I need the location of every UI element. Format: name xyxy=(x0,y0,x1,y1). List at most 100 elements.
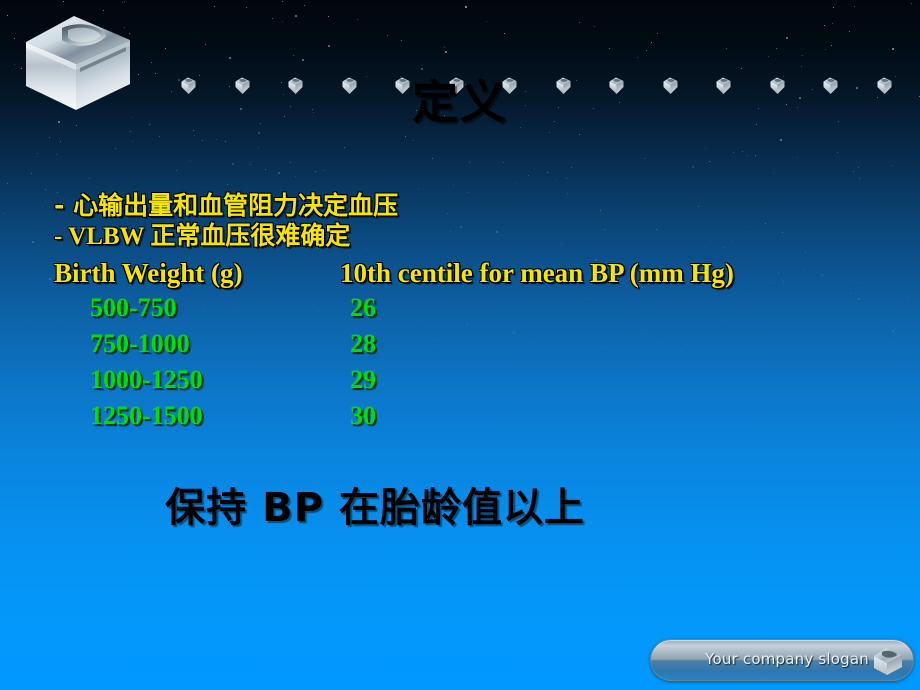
star-dot xyxy=(502,161,504,163)
star-dot xyxy=(546,172,548,174)
bullet-text: 心输出量和血管阻力决定血压 xyxy=(73,191,399,220)
star-dot xyxy=(452,185,454,187)
star-dot xyxy=(190,159,191,161)
star-dot xyxy=(879,321,881,323)
star-dot xyxy=(31,240,34,243)
star-dot xyxy=(193,130,195,132)
star-dot xyxy=(131,141,133,143)
star-dot xyxy=(885,261,887,263)
star-dot xyxy=(692,166,695,169)
table-header-centile: 10th centile for mean BP (mm Hg) xyxy=(340,258,734,288)
cell-bp-value: 26 xyxy=(350,293,376,322)
star-dot xyxy=(22,354,25,357)
star-dot xyxy=(907,297,909,298)
star-dot xyxy=(289,162,291,164)
star-dot xyxy=(304,5,306,7)
star-dot xyxy=(301,58,304,61)
star-dot xyxy=(13,38,15,40)
star-dot xyxy=(56,154,58,156)
star-dot xyxy=(228,57,231,60)
star-dot xyxy=(608,48,610,50)
star-dot xyxy=(742,151,743,153)
star-dot xyxy=(797,157,799,159)
star-dot xyxy=(401,39,403,41)
star-dot xyxy=(910,3,912,5)
star-dot xyxy=(323,169,325,171)
star-dot xyxy=(121,1,123,3)
star-dot xyxy=(594,26,596,28)
star-dot xyxy=(859,177,861,179)
bullet-text: VLBW 正常血压很难确定 xyxy=(68,223,351,250)
star-dot xyxy=(48,137,50,139)
cube-icon xyxy=(871,644,905,678)
star-dot xyxy=(36,350,38,352)
star-dot xyxy=(832,6,834,8)
table-row: 1000-1250 29 xyxy=(54,362,874,398)
star-dot xyxy=(292,54,294,56)
star-dot xyxy=(754,154,756,156)
star-dot xyxy=(892,47,895,50)
star-dot xyxy=(772,173,774,175)
star-dot xyxy=(444,47,446,49)
star-dot xyxy=(643,158,645,160)
star-dot xyxy=(570,167,572,168)
star-dot xyxy=(249,164,251,166)
star-dot xyxy=(257,131,260,134)
star-dot xyxy=(258,147,260,148)
star-dot xyxy=(911,294,913,296)
star-dot xyxy=(13,64,15,66)
slide-canvas: 定义 - 心输出量和血管阻力决定血压 - VLBW 正常血压很难确定 Birth… xyxy=(0,0,920,690)
star-dot xyxy=(831,23,833,25)
star-dot xyxy=(62,0,64,2)
star-dot xyxy=(343,146,345,148)
star-dot xyxy=(328,45,331,48)
cell-weight-range: 1250-1500 xyxy=(90,401,203,430)
star-dot xyxy=(387,34,389,36)
star-dot xyxy=(708,161,710,163)
star-dot xyxy=(216,139,218,141)
star-dot xyxy=(578,133,580,135)
star-dot xyxy=(129,130,131,132)
star-dot xyxy=(165,48,167,49)
star-dot xyxy=(41,207,43,209)
star-dot xyxy=(704,147,706,149)
star-dot xyxy=(578,21,580,23)
star-dot xyxy=(780,138,783,141)
star-dot xyxy=(281,1,283,3)
star-dot xyxy=(853,5,855,7)
table-row: 500-750 26 xyxy=(54,290,874,326)
star-dot xyxy=(25,322,27,324)
star-dot xyxy=(741,67,743,69)
star-dot xyxy=(853,171,855,173)
star-dot xyxy=(657,32,659,34)
star-dot xyxy=(158,135,160,137)
star-dot xyxy=(825,49,827,51)
star-dot xyxy=(36,153,38,155)
star-dot xyxy=(264,169,266,170)
star-dot xyxy=(650,42,652,43)
star-dot xyxy=(528,175,530,177)
star-dot xyxy=(175,169,177,171)
star-dot xyxy=(892,325,894,327)
star-dot xyxy=(732,152,734,154)
star-dot xyxy=(548,132,550,134)
star-dot xyxy=(726,47,728,49)
star-dot xyxy=(830,45,832,47)
slogan-label: Your company slogan xyxy=(705,650,869,668)
star-dot xyxy=(224,141,226,143)
cell-weight-range: 1000-1250 xyxy=(90,365,203,394)
star-dot xyxy=(123,0,125,2)
star-dot xyxy=(892,330,895,333)
star-dot xyxy=(565,178,567,180)
star-dot xyxy=(786,36,789,39)
star-dot xyxy=(278,172,281,175)
star-dot xyxy=(7,14,9,16)
star-dot xyxy=(767,56,769,58)
headline-text: 保持 BP 在胎龄值以上 xyxy=(165,485,585,531)
star-dot xyxy=(413,139,415,141)
star-dot xyxy=(801,66,803,68)
star-dot xyxy=(89,177,91,179)
cell-bp-value: 29 xyxy=(350,365,376,394)
star-dot xyxy=(555,178,557,180)
star-dot xyxy=(747,154,749,156)
